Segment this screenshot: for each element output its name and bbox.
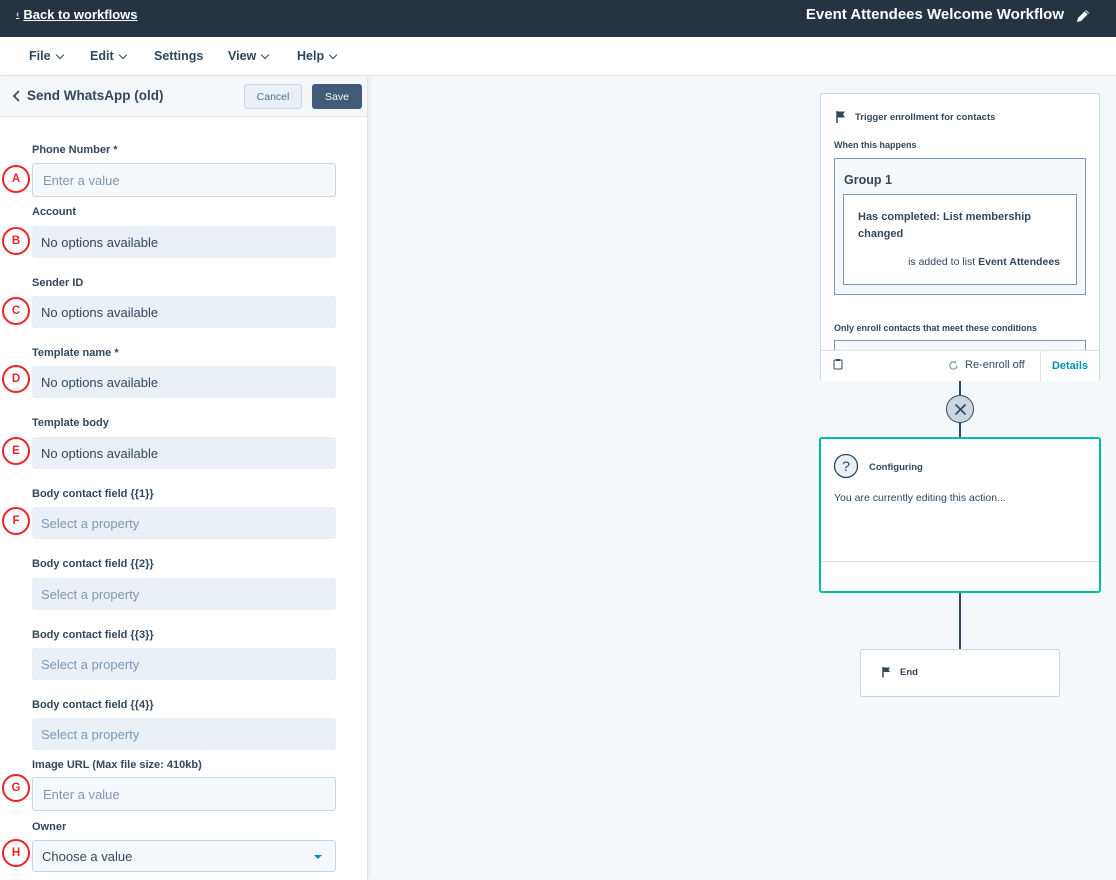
chevron-down-icon	[118, 50, 127, 59]
template-name-label: Template name *	[32, 347, 119, 359]
template-body-label: Template body	[32, 417, 109, 429]
back-link-label: Back to workflows	[23, 7, 138, 22]
condition-detail: is added to list Event Attendees	[908, 256, 1060, 268]
image-url-input[interactable]: Enter a value	[32, 777, 336, 811]
caret-down-icon	[314, 855, 322, 859]
owner-select-value: Choose a value	[42, 848, 133, 864]
marker-g: G	[2, 774, 30, 802]
body-contact-field-3-label: Body contact field {{3}}	[32, 629, 154, 641]
marker-e: E	[2, 437, 30, 465]
body-contact-field-2-label: Body contact field {{2}}	[32, 558, 154, 570]
configuring-card[interactable]: ? Configuring You are currently editing …	[819, 437, 1101, 593]
chevron-left-icon[interactable]	[10, 89, 24, 103]
phone-number-input[interactable]: Enter a value	[32, 163, 336, 197]
filter-group: Group 1 Has completed: List membership c…	[834, 158, 1086, 295]
menu-settings-label: Settings	[154, 49, 204, 63]
only-enroll-label: Only enroll contacts that meet these con…	[834, 323, 1038, 333]
top-bar: ‹ Back to workflows Event Attendees Welc…	[0, 0, 1116, 37]
configuring-title: Configuring	[869, 462, 923, 473]
menu-help-label: Help	[297, 49, 325, 63]
trigger-card[interactable]: Trigger enrollment for contacts When thi…	[820, 93, 1100, 381]
menu-edit[interactable]: Edit	[90, 49, 127, 63]
trigger-title: Trigger enrollment for contacts	[855, 111, 996, 123]
menu-edit-label: Edit	[90, 49, 114, 63]
end-header: End	[881, 666, 918, 678]
panel-header: Send WhatsApp (old) Cancel Save	[0, 77, 367, 117]
condition-list-name: Event Attendees	[978, 256, 1060, 268]
chevron-down-icon	[328, 50, 338, 59]
chevron-left-icon: ‹	[16, 9, 20, 20]
condition-title: Has completed: List membership changed	[858, 211, 1031, 240]
template-body-select[interactable]: No options available	[32, 437, 336, 469]
connector-line	[959, 381, 961, 395]
chevron-down-icon	[55, 50, 64, 59]
end-label: End	[900, 666, 918, 678]
cancel-button[interactable]: Cancel	[244, 84, 302, 109]
clipboard-icon[interactable]	[833, 358, 843, 370]
sender-id-select[interactable]: No options available	[32, 296, 336, 328]
marker-d: D	[2, 365, 30, 393]
menu-view-label: View	[228, 49, 257, 63]
group-title: Group 1	[844, 173, 892, 187]
body-contact-field-2-select[interactable]: Select a property	[32, 578, 336, 610]
filter-condition: Has completed: List membership changed i…	[843, 194, 1077, 285]
menu-file[interactable]: File	[29, 49, 64, 63]
back-to-workflows-link[interactable]: ‹ Back to workflows	[16, 7, 137, 22]
body-contact-field-3-select[interactable]: Select a property	[32, 648, 336, 680]
menu-view[interactable]: View	[228, 49, 270, 63]
marker-a: A	[2, 165, 30, 193]
menu-file-label: File	[29, 49, 51, 63]
reenroll-label: Re-enroll off	[965, 359, 1025, 371]
pencil-icon[interactable]	[1074, 7, 1092, 25]
menu-settings[interactable]: Settings	[154, 49, 203, 63]
menu-help[interactable]: Help	[297, 49, 338, 63]
phone-number-label: Phone Number *	[32, 144, 118, 156]
delete-action-button[interactable]	[946, 395, 974, 423]
marker-f: F	[2, 507, 30, 535]
trigger-footer: Re-enroll off Details	[821, 350, 1099, 381]
image-url-label: Image URL (Max file size: 410kb)	[32, 759, 202, 771]
svg-text:?: ?	[842, 458, 850, 474]
marker-h: H	[2, 839, 30, 867]
panel-title: Send WhatsApp (old)	[27, 88, 164, 103]
when-label: When this happens	[834, 140, 917, 150]
trigger-header: Trigger enrollment for contacts	[835, 110, 995, 124]
template-name-select[interactable]: No options available	[32, 366, 336, 398]
condition-text: is added to list	[908, 256, 976, 268]
account-label: Account	[32, 206, 76, 218]
account-select[interactable]: No options available	[32, 226, 336, 258]
reenroll-toggle[interactable]: Re-enroll off	[948, 359, 1025, 371]
connector-line	[959, 593, 961, 649]
chevron-down-icon	[261, 50, 270, 59]
details-link[interactable]: Details	[1040, 351, 1099, 381]
body-contact-field-1-select[interactable]: Select a property	[32, 507, 336, 539]
question-icon: ?	[833, 453, 859, 479]
end-card[interactable]: End	[860, 649, 1060, 697]
marker-c: C	[2, 297, 30, 325]
marker-b: B	[2, 227, 30, 255]
close-icon	[954, 403, 966, 415]
save-button[interactable]: Save	[312, 84, 362, 109]
action-config-panel: Send WhatsApp (old) Cancel Save Phone Nu…	[0, 77, 368, 880]
body-contact-field-4-label: Body contact field {{4}}	[32, 699, 154, 711]
connector-line	[959, 423, 961, 437]
owner-label: Owner	[32, 821, 67, 833]
body-contact-field-1-label: Body contact field {{1}}	[32, 488, 154, 500]
configuring-message: You are currently editing this action...	[834, 492, 1006, 504]
menu-bar: File Edit Settings View Help	[0, 37, 1116, 76]
configuring-footer-divider	[821, 561, 1099, 562]
flag-icon	[882, 667, 890, 678]
owner-select[interactable]: Choose a value	[32, 840, 336, 872]
flag-icon	[836, 111, 845, 123]
conditions-group-stub	[834, 340, 1086, 350]
body-contact-field-4-select[interactable]: Select a property	[32, 718, 336, 750]
sender-id-label: Sender ID	[32, 277, 84, 289]
workflow-title: Event Attendees Welcome Workflow	[805, 6, 1064, 23]
refresh-icon	[949, 360, 958, 370]
